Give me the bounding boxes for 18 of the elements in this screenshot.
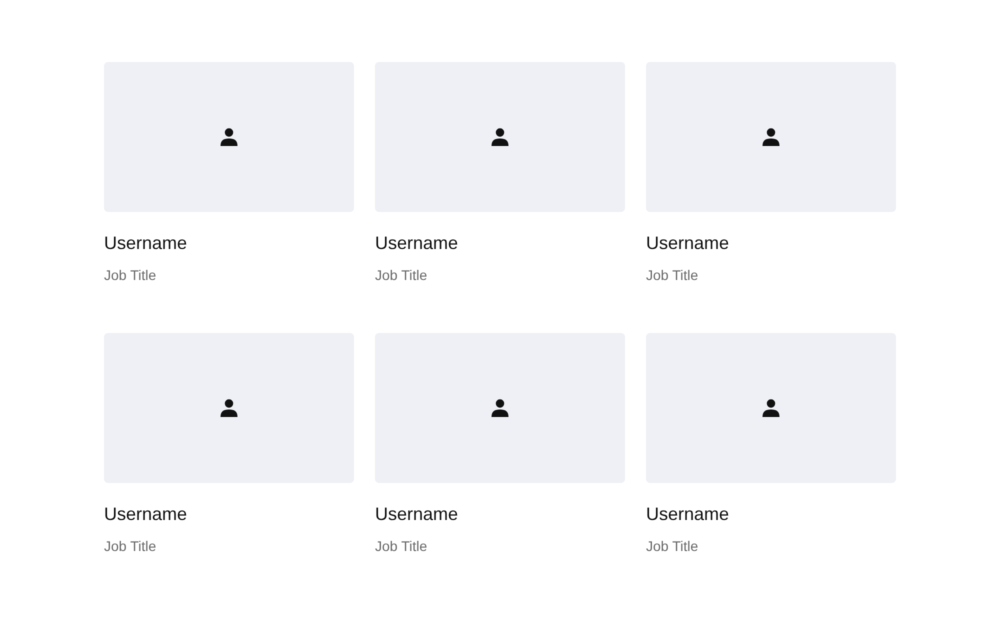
job-title: Job Title — [646, 537, 700, 555]
person-icon — [220, 128, 238, 146]
person-icon — [220, 399, 238, 417]
username: Username — [375, 232, 460, 254]
job-title: Job Title — [104, 537, 158, 555]
username: Username — [646, 232, 730, 254]
job-title: Job Title — [646, 266, 700, 284]
job-title: Job Title — [104, 266, 158, 284]
username: Username — [104, 503, 188, 525]
person-icon — [762, 399, 780, 417]
person-icon — [762, 128, 780, 146]
username: Username — [375, 503, 460, 525]
job-title: Job Title — [375, 266, 428, 284]
job-title: Job Title — [375, 537, 428, 555]
person-icon — [491, 399, 509, 417]
username: Username — [104, 232, 188, 254]
person-icon — [491, 128, 509, 146]
username: Username — [646, 503, 730, 525]
